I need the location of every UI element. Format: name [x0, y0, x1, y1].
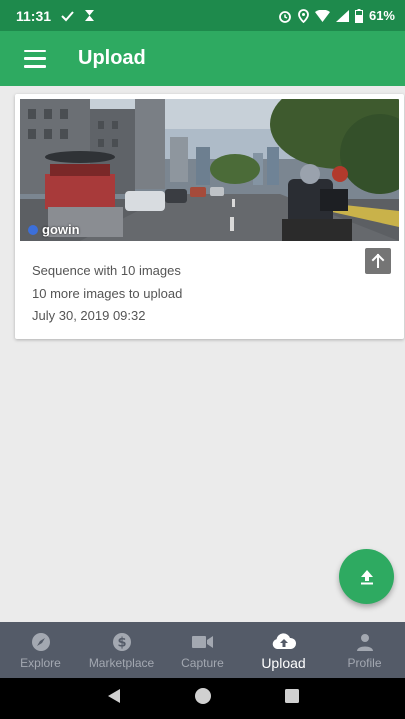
compass-icon	[31, 631, 51, 653]
back-icon[interactable]	[107, 688, 121, 709]
nav-label: Profile	[347, 655, 382, 670]
upload-sequence-button[interactable]	[365, 248, 391, 274]
check-icon	[61, 10, 74, 21]
battery-icon	[354, 8, 363, 23]
upload-all-fab[interactable]	[339, 549, 394, 604]
battery-percent: 61%	[368, 8, 395, 23]
status-bar: 11:31 61%	[0, 0, 405, 31]
sequence-image-count: Sequence with 10 images	[32, 263, 181, 278]
hourglass-icon	[85, 10, 95, 21]
alarm-icon	[279, 10, 291, 23]
username: gowin	[42, 222, 80, 237]
cloud-upload-icon	[271, 630, 297, 652]
sequence-date: July 30, 2019 09:32	[32, 308, 146, 323]
signal-icon	[335, 9, 349, 22]
street-photo	[20, 99, 399, 241]
sequence-meta: Sequence with 10 images 10 more images t…	[32, 260, 182, 328]
nav-label: Capture	[181, 655, 224, 670]
person-icon	[356, 631, 374, 653]
upload-list: gowin Sequence with 10 images 10 more im…	[0, 86, 405, 622]
status-time: 11:31	[16, 7, 52, 24]
app-bar: Upload	[0, 31, 405, 86]
user-avatar-icon	[28, 224, 38, 235]
nav-upload[interactable]: Upload	[243, 622, 324, 678]
nav-capture[interactable]: Capture	[162, 622, 243, 678]
system-nav-bar	[0, 678, 405, 719]
page-title: Upload	[78, 47, 146, 69]
nav-label: Marketplace	[88, 655, 155, 670]
wifi-icon	[314, 9, 330, 22]
sequence-card[interactable]: gowin Sequence with 10 images 10 more im…	[15, 94, 404, 339]
upload-icon	[360, 569, 373, 584]
menu-icon[interactable]	[24, 49, 46, 68]
video-camera-icon	[191, 631, 214, 653]
home-icon[interactable]	[194, 687, 212, 710]
sequence-remaining: 10 more images to upload	[32, 285, 183, 301]
recents-icon[interactable]	[284, 689, 299, 708]
svg-text:$: $	[117, 635, 126, 650]
nav-label: Upload	[261, 654, 306, 671]
user-tag: gowin	[28, 222, 80, 237]
nav-label: Explore	[20, 655, 61, 670]
bottom-nav: Explore $ Marketplace Capture Upload Pro…	[0, 622, 405, 678]
arrow-up-icon	[371, 253, 385, 268]
location-icon	[298, 8, 309, 23]
nav-profile[interactable]: Profile	[324, 622, 405, 678]
nav-explore[interactable]: Explore	[0, 622, 81, 678]
sequence-thumbnail[interactable]: gowin	[20, 99, 399, 241]
nav-marketplace[interactable]: $ Marketplace	[81, 622, 162, 678]
dollar-icon: $	[112, 631, 132, 653]
